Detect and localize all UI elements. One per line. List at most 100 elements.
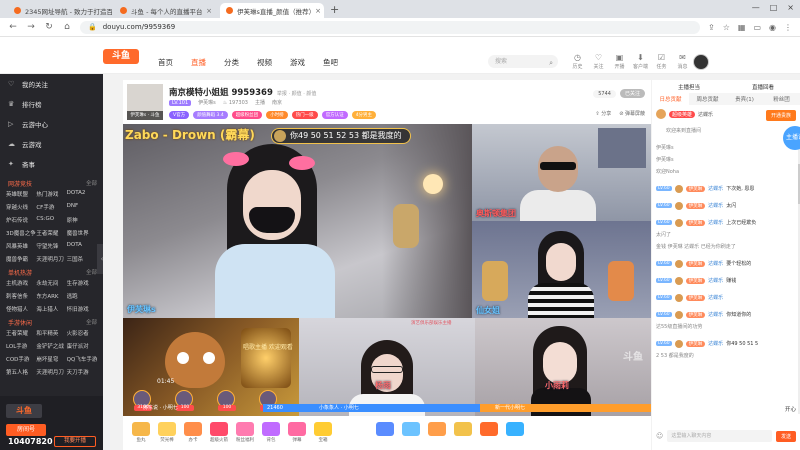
new-tab-icon[interactable]: + bbox=[330, 3, 339, 18]
profile-icon[interactable]: ◉ bbox=[769, 23, 776, 32]
sidebar-game-link[interactable]: 蛋仔派对 bbox=[67, 342, 97, 350]
tab-vip[interactable]: 贵宾(1) bbox=[726, 93, 763, 105]
sidebar-game-link[interactable]: 守望先锋 bbox=[36, 242, 66, 250]
video-player[interactable]: Zabo - Drown (霸幕) 你49 50 51 52 53 都是我度的 … bbox=[123, 124, 651, 416]
site-logo[interactable]: 斗鱼 bbox=[103, 49, 139, 64]
client-button[interactable]: ⬇ 客户端 bbox=[631, 53, 650, 70]
user-avatar[interactable] bbox=[674, 259, 683, 268]
gift-item[interactable] bbox=[401, 422, 421, 444]
sidebar-game-link[interactable]: 王者荣耀 bbox=[6, 329, 36, 337]
chat-username[interactable]: 达蝶乐 bbox=[708, 219, 723, 226]
sidebar-game-link[interactable]: 金铲铲之战 bbox=[36, 342, 66, 350]
chat-username[interactable]: 达蝶乐 bbox=[708, 260, 723, 267]
sidebar-game-link[interactable]: 怀旧游戏 bbox=[67, 305, 97, 313]
gift-item[interactable] bbox=[505, 422, 525, 444]
floating-badge[interactable]: 主播说 bbox=[783, 126, 800, 150]
task-button[interactable]: ☑ 任务 bbox=[652, 53, 671, 70]
room-tag[interactable]: V官方 bbox=[169, 111, 190, 119]
gift-item[interactable]: 弹幕 bbox=[287, 422, 307, 444]
tab-fans[interactable]: 粉丝团 bbox=[763, 93, 800, 105]
sidebar-section-mobile[interactable]: 手游休闲 全部 bbox=[0, 315, 103, 329]
sidebar-item-follow[interactable]: ♡ 我的关注 bbox=[0, 74, 103, 94]
sidebar-game-link[interactable]: 火影忍者 bbox=[67, 329, 97, 337]
sidebar-game-link[interactable]: CF手游 bbox=[36, 203, 66, 211]
follow-button[interactable]: 已关注 bbox=[619, 89, 645, 98]
sidebar-game-link[interactable]: 和平精英 bbox=[36, 329, 66, 337]
room-tag[interactable]: 4分男主 bbox=[351, 111, 377, 119]
extensions-icon[interactable]: ▦ bbox=[738, 23, 746, 32]
nav-video[interactable]: 视频 bbox=[257, 57, 290, 68]
window-close-icon[interactable]: × bbox=[787, 3, 794, 12]
search-input[interactable]: 搜索 ⌕ bbox=[488, 55, 558, 68]
chat-message[interactable]: LV.60 伊芙琳 达蝶乐 赚钱 bbox=[656, 272, 796, 289]
user-avatar[interactable] bbox=[674, 293, 683, 302]
sidebar-game-link[interactable]: 永劫无间 bbox=[36, 279, 66, 287]
sidebar-game-link[interactable]: 三国杀 bbox=[67, 255, 97, 263]
anchor-name[interactable]: 伊芙琳s bbox=[198, 99, 216, 106]
user-avatar[interactable] bbox=[674, 218, 683, 227]
chat-input[interactable]: 这里输入聊天内容 bbox=[667, 430, 772, 442]
tab-week-rank[interactable]: 周总贡献 bbox=[689, 93, 726, 105]
sidebar-game-link[interactable]: DNF bbox=[67, 203, 97, 211]
sidebar-game-link[interactable]: 第五人格 bbox=[6, 368, 36, 376]
minimize-icon[interactable]: — bbox=[752, 3, 760, 12]
user-avatar[interactable] bbox=[674, 276, 683, 285]
sidebar-game-link[interactable]: LOL手游 bbox=[6, 342, 36, 350]
share-icon[interactable]: ⇪ bbox=[708, 23, 715, 32]
block-danmu-button[interactable]: ⊘ 弹幕屏蔽 bbox=[619, 110, 645, 117]
follow-button[interactable]: ♡ 关注 bbox=[589, 53, 608, 70]
video-cell-top-right[interactable]: 奥斯顿集团 bbox=[472, 124, 651, 221]
chat-message[interactable]: LV.60 伊芙琳 达蝶乐 你49 50 51 5 bbox=[656, 335, 796, 352]
video-cell-mid-right[interactable]: 仙女姐 bbox=[472, 221, 651, 318]
nav-live[interactable]: 直播 bbox=[191, 57, 224, 68]
chat-message[interactable]: LV.60 伊芙琳 达蝶乐 bbox=[656, 289, 796, 306]
sidebar-game-link[interactable]: 天刀手游 bbox=[67, 368, 97, 376]
sidebar-game-link[interactable]: 王者荣耀 bbox=[36, 229, 66, 237]
nav-home[interactable]: 首页 bbox=[158, 57, 191, 68]
home-icon[interactable]: ⌂ bbox=[62, 22, 72, 32]
chat-username[interactable]: 达蝶乐 bbox=[708, 340, 723, 347]
chat-username[interactable]: 达蝶乐 bbox=[708, 311, 723, 318]
rank-username[interactable]: 达蝶乐 bbox=[698, 111, 713, 118]
sidebar-game-link[interactable]: 3D魔兽之争 bbox=[6, 229, 36, 237]
user-avatar[interactable] bbox=[693, 54, 709, 70]
gift-item[interactable]: 粉丝福利 bbox=[235, 422, 255, 444]
sidebar-game-link[interactable]: QQ飞车手游 bbox=[67, 355, 97, 363]
share-button[interactable]: ⇪ 分享 bbox=[595, 110, 611, 117]
chat-list[interactable]: 伊芙琳s 伊芙琳s 欢迎Noha LV.60 伊芙琳 达蝶乐 下次她, 恩恩 LV.60 伊芙琳… bbox=[656, 144, 796, 422]
room-tag[interactable]: 超级粉丝团 bbox=[231, 111, 263, 119]
gift-item[interactable] bbox=[375, 422, 395, 444]
sidebar-game-link[interactable]: DOTA bbox=[67, 242, 97, 250]
sidebar-game-link[interactable]: 天涯明月刀 bbox=[36, 368, 66, 376]
sidebar-game-link[interactable]: 热门游戏 bbox=[36, 190, 66, 198]
sidebar-game-link[interactable]: 东方ARK bbox=[36, 292, 66, 300]
rank-avatar[interactable] bbox=[656, 109, 666, 119]
gift-item[interactable]: 鱼丸 bbox=[131, 422, 151, 444]
open-noble-button[interactable]: 开通贵族 bbox=[765, 110, 796, 121]
browser-tab-3[interactable]: 伊芙琳s直播_颜值（推荐） × bbox=[220, 3, 324, 18]
gift-item[interactable] bbox=[479, 422, 499, 444]
search-icon[interactable]: ⌕ bbox=[549, 57, 553, 70]
room-tag[interactable]: 颜值舞蹈 3.4 bbox=[193, 111, 228, 119]
send-button[interactable]: 发送 bbox=[775, 430, 796, 442]
sidebar-game-link[interactable]: 原神 bbox=[67, 216, 97, 224]
chat-message[interactable]: LV.60 伊芙琳 达蝶乐 上次已经欺负 bbox=[656, 214, 796, 231]
chat-username[interactable]: 达蝶乐 bbox=[708, 294, 723, 301]
sidebar-game-link[interactable]: 穿越火线 bbox=[6, 203, 36, 211]
menu-icon[interactable]: ⋮ bbox=[784, 23, 792, 32]
gift-item[interactable]: 宝箱 bbox=[313, 422, 333, 444]
browser-tab-2[interactable]: 斗鱼 - 每个人的直播平台 × bbox=[114, 3, 218, 18]
chat-message[interactable]: LV.60 伊芙琳 达蝶乐 要个轻松的 bbox=[656, 255, 796, 272]
anchor-duty-tab[interactable]: 主播担当 bbox=[652, 80, 726, 93]
gift-item[interactable]: 超级火箭 bbox=[209, 422, 229, 444]
sidebar-game-link[interactable]: 崩坏星穹 bbox=[36, 355, 66, 363]
star-icon[interactable]: ☆ bbox=[723, 23, 730, 32]
sidebar-game-link[interactable]: 刺客信条 bbox=[6, 292, 36, 300]
sidebar-section-online[interactable]: 网游竞技 全部 bbox=[0, 176, 103, 190]
gift-item[interactable] bbox=[427, 422, 447, 444]
room-tag[interactable]: 小时榜 bbox=[266, 111, 288, 119]
sidebar-game-link[interactable]: 英雄联盟 bbox=[6, 190, 36, 198]
tab-day-rank[interactable]: 日总贡献 bbox=[652, 93, 689, 105]
message-button[interactable]: ✉ 消息 bbox=[673, 53, 692, 70]
chat-username[interactable]: 达蝶乐 bbox=[708, 185, 723, 192]
